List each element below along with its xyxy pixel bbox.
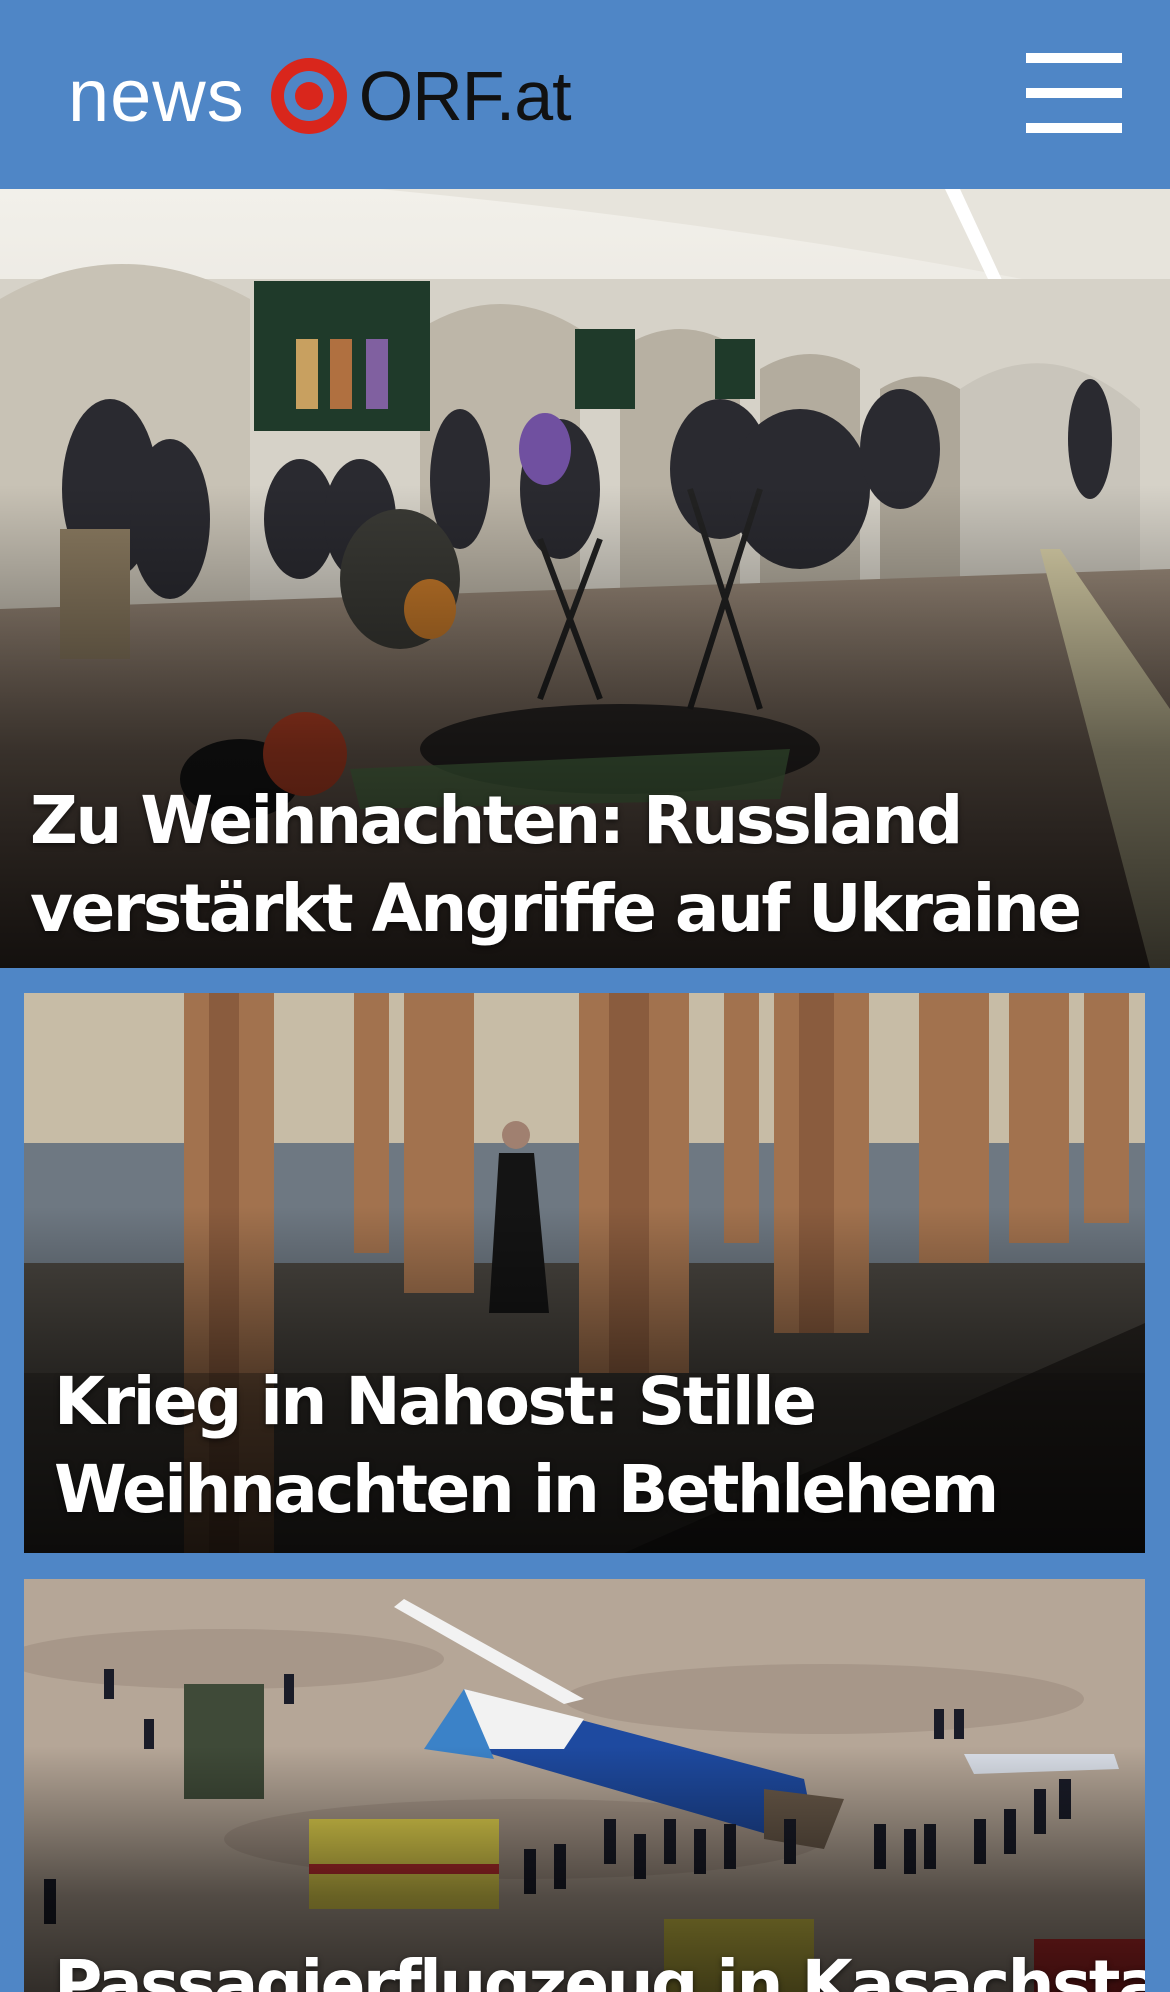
lead-story-card[interactable]: Zu Weihnachten: Russland verstärkt Angri… — [0, 189, 1170, 968]
story-headline: Krieg in Nahost: Stille Weihnachten in B… — [54, 1363, 999, 1528]
menu-line — [1026, 123, 1122, 133]
menu-line — [1026, 88, 1122, 98]
orf-target-icon — [270, 58, 347, 134]
logo-news-text: news — [68, 54, 245, 137]
top-bar: news ORF.at — [0, 0, 1170, 189]
logo-orf-text: ORF.at — [358, 57, 572, 135]
story-card-kazakhstan[interactable]: Passagierflugzeug in Kasachstan — [24, 1579, 1145, 1992]
lead-story-headline: Zu Weihnachten: Russland verstärkt Angri… — [30, 782, 1082, 947]
news-orf-logo[interactable]: news ORF.at — [68, 48, 572, 144]
story-card-bethlehem[interactable]: Krieg in Nahost: Stille Weihnachten in B… — [24, 993, 1145, 1553]
menu-line — [1026, 53, 1122, 63]
hamburger-menu-icon[interactable] — [1024, 50, 1124, 136]
story-headline: Passagierflugzeug in Kasachstan — [54, 1946, 1145, 1992]
